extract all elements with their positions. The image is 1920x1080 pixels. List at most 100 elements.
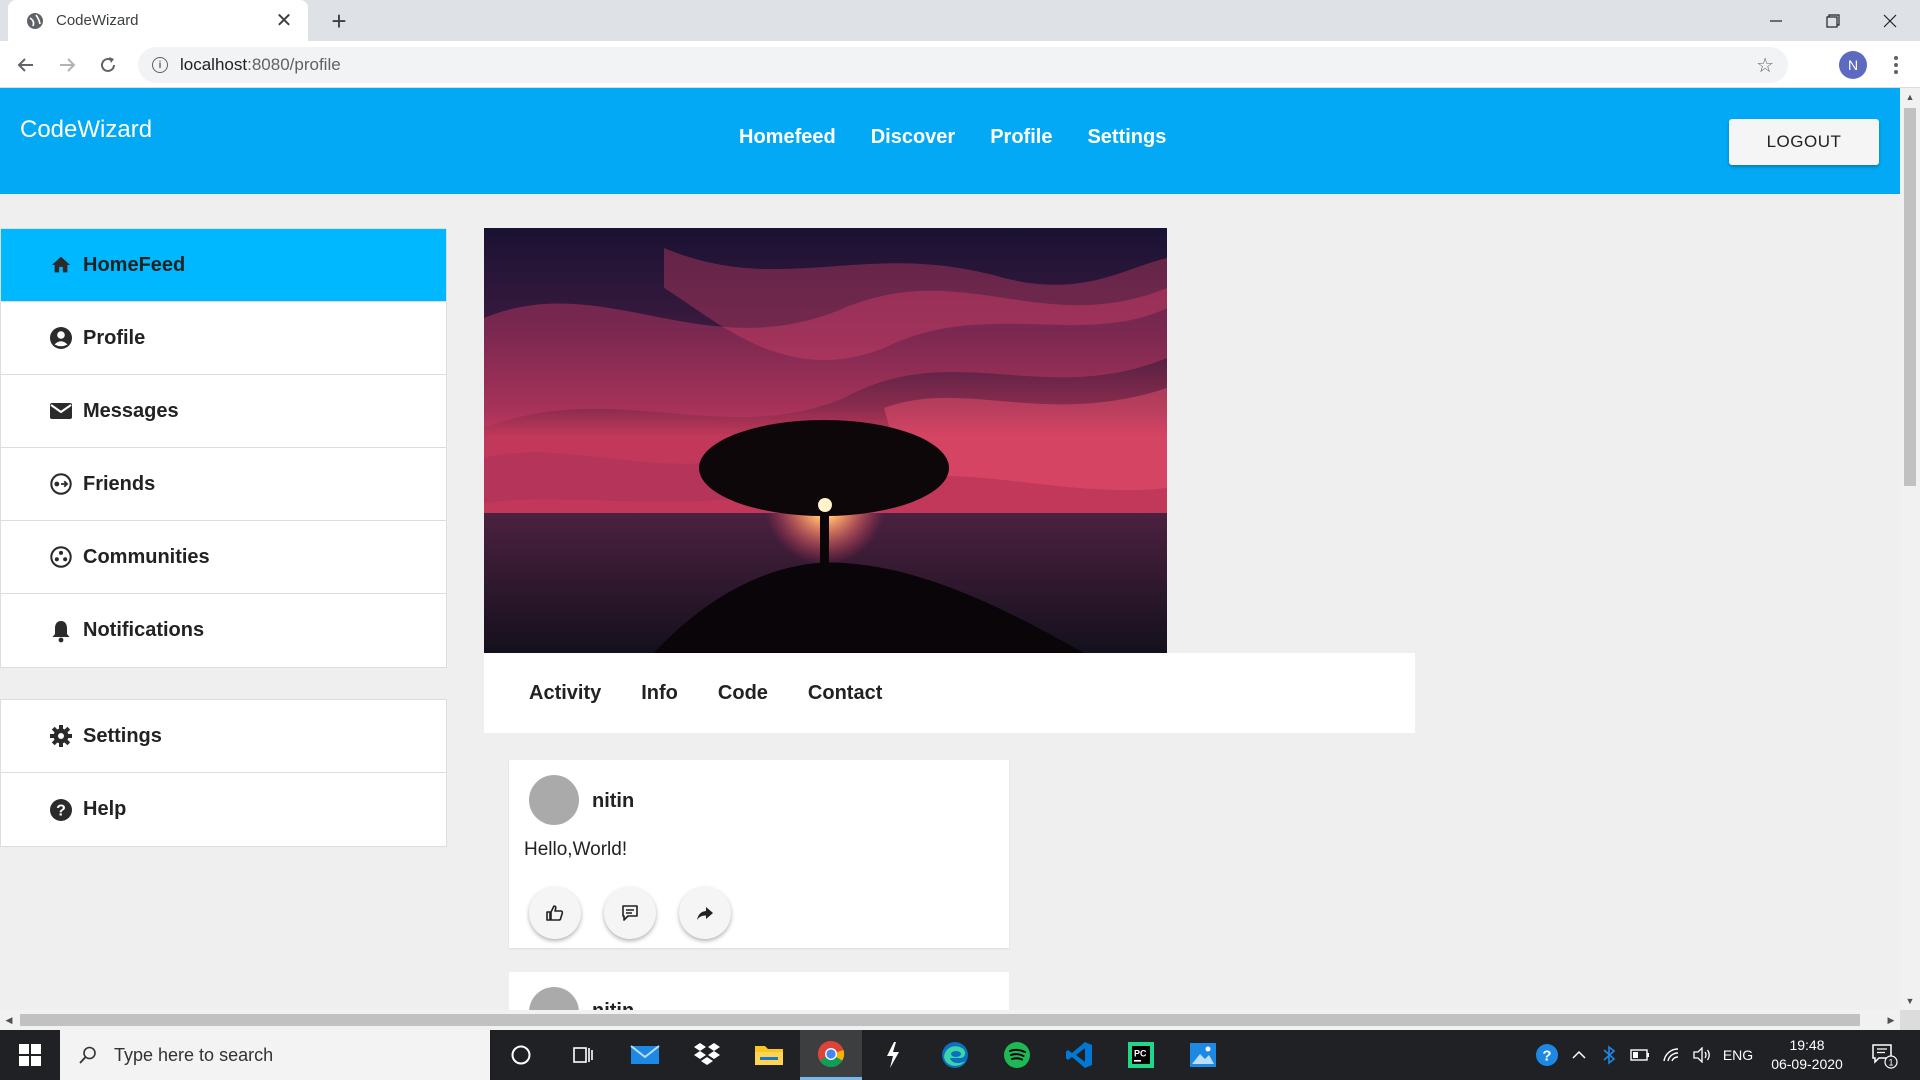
new-tab-button[interactable]: + [324, 6, 354, 36]
reload-button[interactable] [92, 49, 124, 81]
post-author-name[interactable]: nitin [592, 790, 634, 813]
sidebar-item-label: Friends [83, 472, 156, 495]
cortana-button[interactable] [490, 1030, 552, 1080]
taskbar-pycharm[interactable]: PC [1110, 1030, 1172, 1080]
help-icon: ? [49, 798, 73, 822]
scroll-up-icon[interactable]: ▲ [1900, 88, 1920, 106]
windows-icon [19, 1044, 41, 1066]
taskbar-dropbox[interactable] [676, 1030, 738, 1080]
close-tab-icon[interactable]: ✕ [274, 8, 294, 33]
notification-icon: 1 [1872, 1044, 1898, 1069]
svg-text:PC: PC [1134, 1049, 1147, 1059]
task-view-icon [573, 1047, 593, 1063]
comment-button[interactable] [604, 887, 656, 939]
taskbar-chrome[interactable] [800, 1030, 862, 1080]
close-window-button[interactable] [1862, 0, 1918, 41]
wifi-icon[interactable] [1660, 1030, 1684, 1080]
tab-contact[interactable]: Contact [808, 682, 882, 705]
minimize-button[interactable] [1748, 0, 1804, 41]
tab-info[interactable]: Info [641, 682, 678, 705]
address-bar[interactable]: i localhost:8080/profile ☆ [138, 47, 1788, 83]
chevron-up-icon[interactable] [1568, 1030, 1590, 1080]
share-icon [697, 907, 713, 920]
profile-tabs: Activity Info Code Contact [484, 653, 1415, 733]
pycharm-icon: PC [1128, 1042, 1154, 1068]
taskbar-photos[interactable] [1172, 1030, 1234, 1080]
home-icon [49, 253, 73, 277]
taskbar-spotify[interactable] [986, 1030, 1048, 1080]
post-author-avatar[interactable] [529, 987, 579, 1010]
scroll-down-icon[interactable]: ▼ [1900, 992, 1920, 1010]
back-button[interactable] [10, 49, 42, 81]
screen: CodeWizard ✕ + i localhost:8080/profile … [0, 0, 1920, 1080]
communities-icon [49, 545, 73, 569]
chrome-menu-icon[interactable] [1884, 53, 1908, 77]
nav-profile[interactable]: Profile [990, 126, 1052, 149]
battery-icon[interactable] [1628, 1030, 1652, 1080]
horizontal-scrollbar[interactable]: ◀ ▶ [0, 1010, 1900, 1030]
sidebar-item-settings[interactable]: Settings [1, 700, 446, 773]
comment-icon [622, 905, 638, 921]
vertical-scrollbar[interactable]: ▲ ▼ [1900, 88, 1920, 1010]
sidebar-item-messages[interactable]: Messages [1, 375, 446, 448]
post-author-name[interactable]: nitin [592, 1000, 634, 1010]
chrome-icon [817, 1040, 845, 1067]
account-circle-icon [49, 326, 73, 350]
profile-avatar[interactable]: N [1839, 51, 1867, 79]
nav-homefeed[interactable]: Homefeed [739, 126, 836, 149]
sidebar-item-notifications[interactable]: Notifications [1, 594, 446, 667]
action-center-button[interactable]: 1 [1862, 1030, 1906, 1080]
post-author-avatar[interactable] [529, 775, 579, 825]
taskbar-app-lightning[interactable] [862, 1030, 924, 1080]
nav-discover[interactable]: Discover [871, 126, 956, 149]
scroll-right-icon[interactable]: ▶ [1882, 1010, 1900, 1030]
tab-code[interactable]: Code [718, 682, 768, 705]
language-indicator[interactable]: ENG [1718, 1030, 1758, 1080]
windows-start-button[interactable] [0, 1030, 60, 1080]
sidebar-item-friends[interactable]: Friends [1, 448, 446, 521]
nav-settings[interactable]: Settings [1087, 126, 1166, 149]
info-icon[interactable]: i [152, 57, 168, 73]
share-button[interactable] [679, 887, 731, 939]
restore-button[interactable] [1805, 0, 1861, 41]
bluetooth-icon[interactable] [1598, 1030, 1620, 1080]
taskbar-edge[interactable] [924, 1030, 986, 1080]
folder-icon [755, 1046, 783, 1065]
logout-button[interactable]: LOGOUT [1729, 119, 1879, 165]
taskbar-vscode[interactable] [1048, 1030, 1110, 1080]
like-button[interactable] [529, 887, 581, 939]
bookmark-star-icon[interactable]: ☆ [1756, 53, 1774, 78]
cortana-icon [511, 1045, 531, 1065]
globe-icon [26, 12, 44, 30]
taskbar-file-explorer[interactable] [738, 1030, 800, 1080]
mail-app-icon [630, 1045, 660, 1064]
sidebar-item-label: Messages [83, 399, 179, 422]
volume-icon[interactable] [1690, 1030, 1714, 1080]
friends-icon [49, 472, 73, 496]
page-viewport: CodeWizard Homefeed Discover Profile Set… [0, 88, 1900, 1010]
forward-button[interactable] [51, 49, 83, 81]
tab-title: CodeWizard [56, 12, 139, 29]
url-path: :8080/profile [247, 55, 341, 74]
help-tray-icon[interactable]: ? [1532, 1030, 1562, 1080]
scroll-left-icon[interactable]: ◀ [0, 1010, 18, 1030]
edge-icon [942, 1042, 968, 1068]
sidebar-item-homefeed[interactable]: HomeFeed [1, 229, 446, 302]
top-nav: Homefeed Discover Profile Settings [739, 126, 1166, 149]
clock-date: 06-09-2020 [1771, 1056, 1843, 1072]
horizontal-scroll-thumb[interactable] [20, 1014, 1860, 1026]
tab-activity[interactable]: Activity [529, 682, 601, 705]
vertical-scroll-thumb[interactable] [1904, 108, 1916, 486]
brand-logo[interactable]: CodeWizard [20, 116, 152, 144]
taskbar-mail[interactable] [614, 1030, 676, 1080]
dropbox-icon [694, 1043, 720, 1065]
task-view-button[interactable] [552, 1030, 614, 1080]
notification-count: 1 [1888, 1058, 1893, 1068]
sidebar-item-profile[interactable]: Profile [1, 302, 446, 375]
taskbar-clock[interactable]: 19:48 06-09-2020 [1762, 1036, 1852, 1074]
taskbar-search[interactable]: Type here to search [60, 1030, 490, 1080]
mail-icon [49, 399, 73, 423]
sidebar-item-communities[interactable]: Communities [1, 521, 446, 594]
sidebar-item-help[interactable]: ? Help [1, 773, 446, 846]
browser-tab[interactable]: CodeWizard ✕ [8, 0, 308, 41]
